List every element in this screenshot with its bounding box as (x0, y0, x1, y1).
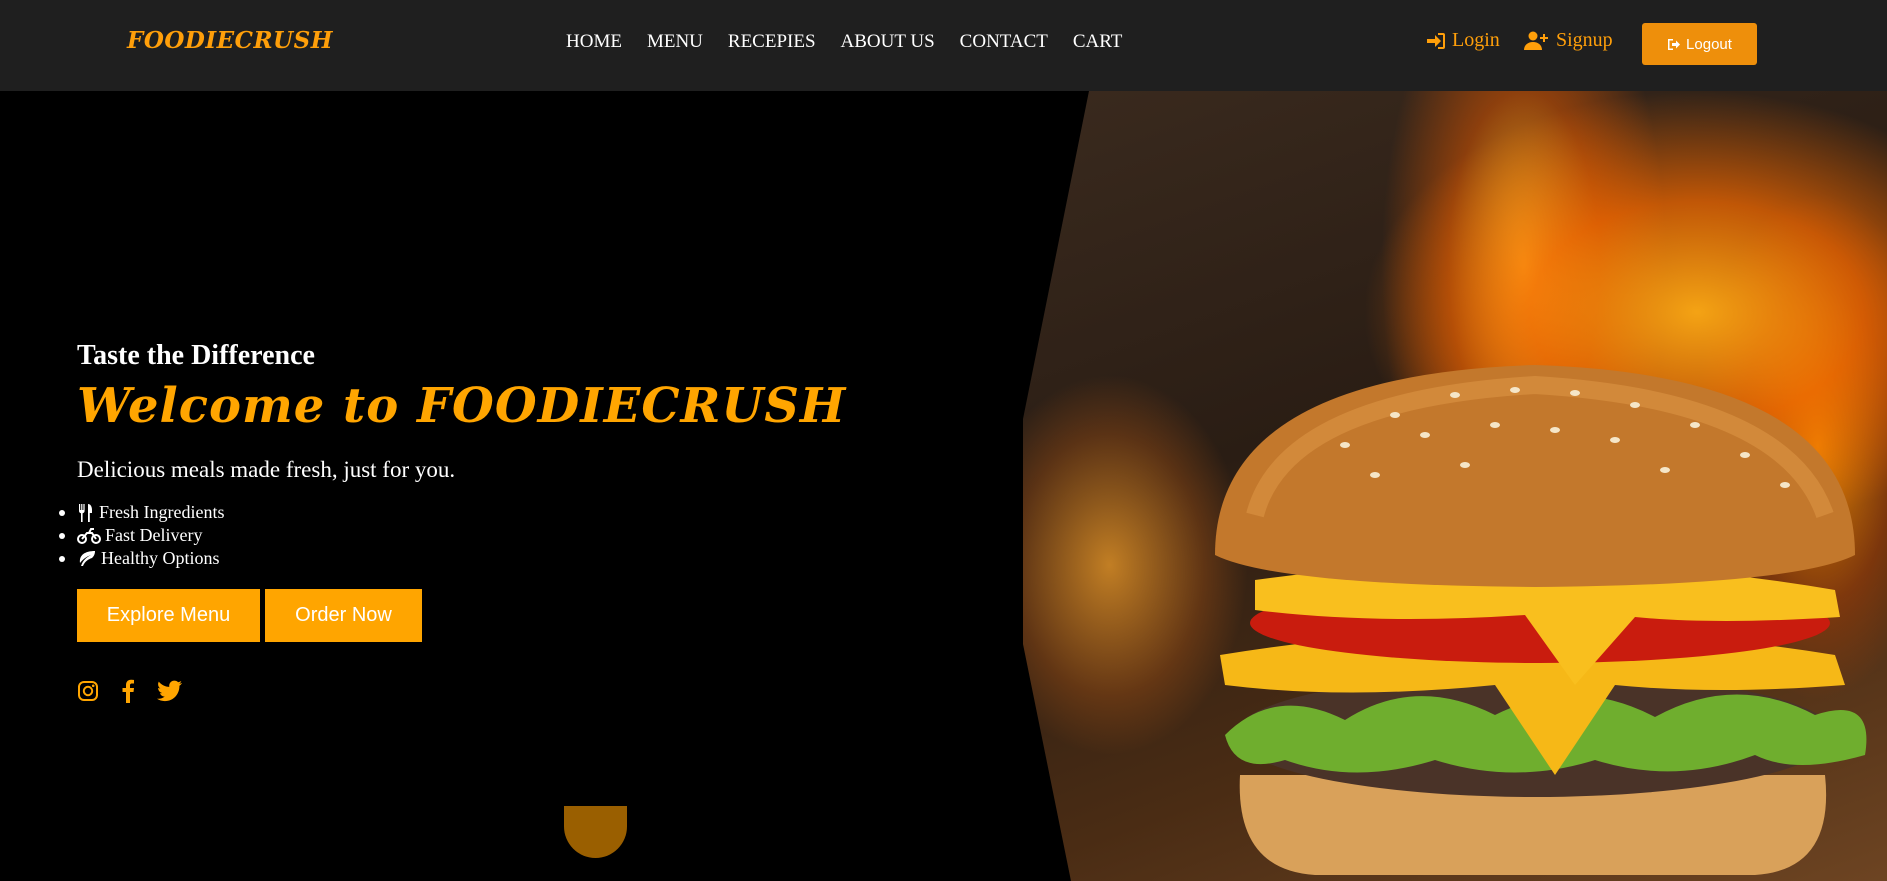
signup-link[interactable]: Signup (1524, 29, 1613, 52)
facebook-icon[interactable] (121, 679, 135, 703)
signup-label: Signup (1556, 29, 1613, 51)
twitter-icon[interactable] (157, 680, 183, 702)
nav-link-cart[interactable]: CART (1073, 31, 1123, 53)
brand-logo[interactable]: FOODIECRUSH (127, 27, 333, 54)
logout-button[interactable]: Logout (1642, 23, 1757, 65)
list-item: Fresh Ingredients (58, 501, 846, 524)
login-label: Login (1452, 29, 1500, 51)
nav-link-recepies[interactable]: RECEPIES (728, 31, 816, 53)
scroll-indicator[interactable] (564, 806, 627, 858)
leaf-icon (79, 550, 95, 566)
explore-menu-button[interactable]: Explore Menu (77, 589, 260, 642)
nav-link-contact[interactable]: CONTACT (960, 31, 1048, 53)
navbar: FOODIECRUSH HOME MENU RECEPIES ABOUT US … (0, 0, 1887, 91)
social-links (77, 679, 846, 703)
burger-illustration (1215, 365, 1867, 875)
list-item: Healthy Options (58, 547, 846, 570)
hero-buttons: Explore Menu Order Now (77, 589, 846, 642)
sign-in-icon (1427, 32, 1445, 49)
nav-link-home[interactable]: HOME (566, 31, 622, 53)
logout-label: Logout (1686, 35, 1732, 53)
user-plus-icon (1524, 31, 1548, 50)
nav-link-about-us[interactable]: ABOUT US (841, 31, 935, 53)
hero-tagline: Taste the Difference (77, 340, 315, 371)
instagram-icon[interactable] (77, 680, 99, 702)
utensils-icon (79, 503, 92, 522)
feature-list: Fresh Ingredients Fast Delivery Healthy … (58, 501, 846, 570)
nav-link-menu[interactable]: MENU (647, 31, 703, 53)
hero-section: Taste the Difference Welcome to FOODIECR… (58, 340, 847, 703)
login-link[interactable]: Login (1426, 29, 1500, 52)
list-item: Fast Delivery (58, 524, 846, 547)
hero-description: Delicious meals made fresh, just for you… (77, 457, 456, 482)
feature-label: Healthy Options (101, 548, 220, 568)
feature-label: Fresh Ingredients (99, 502, 225, 522)
hero-title: Welcome to FOODIECRUSH (77, 378, 847, 434)
order-now-button[interactable]: Order Now (265, 589, 422, 642)
nav-links: HOME MENU RECEPIES ABOUT US CONTACT CART (566, 31, 1147, 53)
sign-out-icon (1668, 38, 1681, 50)
motorcycle-icon (77, 527, 101, 544)
feature-label: Fast Delivery (105, 525, 203, 545)
